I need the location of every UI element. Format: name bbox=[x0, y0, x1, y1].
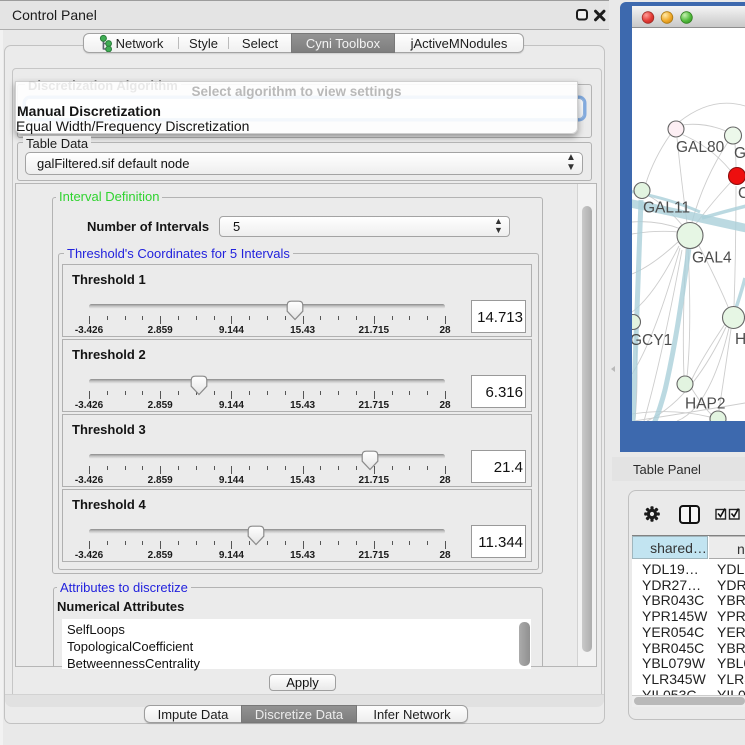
svg-text:H: H bbox=[735, 331, 745, 348]
svg-text:GAL80: GAL80 bbox=[676, 139, 725, 156]
svg-text:HAP2: HAP2 bbox=[685, 396, 726, 413]
svg-text:GAL4: GAL4 bbox=[692, 250, 732, 267]
svg-text:G: G bbox=[734, 145, 745, 162]
svg-text:C: C bbox=[738, 185, 745, 202]
svg-text:GCY1: GCY1 bbox=[632, 332, 672, 349]
svg-text:GAL11: GAL11 bbox=[643, 200, 690, 217]
